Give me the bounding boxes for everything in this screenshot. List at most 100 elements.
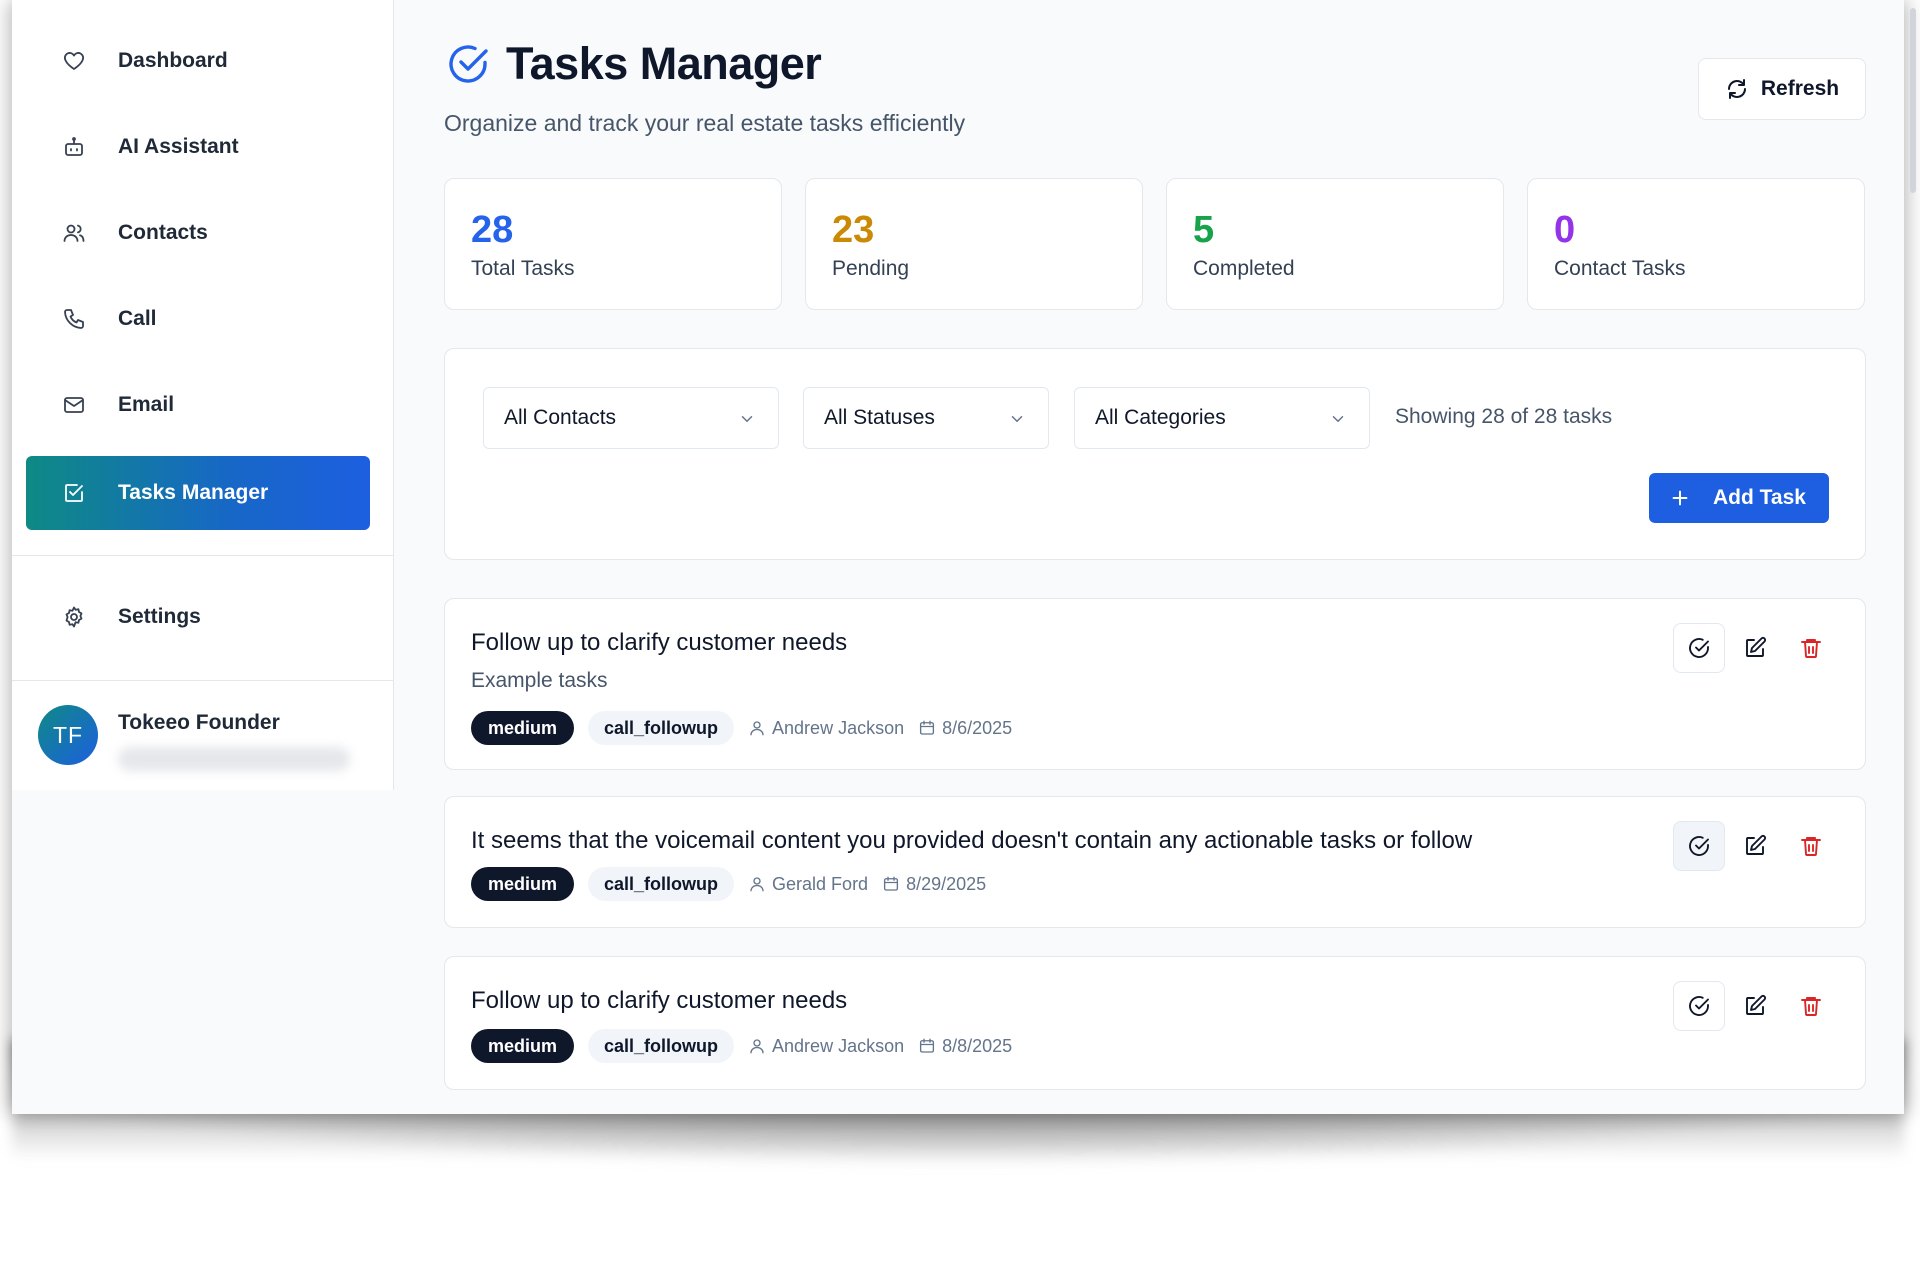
priority-badge: medium [471, 1029, 575, 1063]
chevron-down-icon [741, 416, 753, 422]
stat-card-contact-tasks: 0 Contact Tasks [1527, 178, 1865, 310]
sidebar-item-label: Call [118, 307, 157, 330]
checkbox-icon [60, 479, 88, 507]
check-circle-icon [449, 45, 488, 83]
edit-task-button[interactable] [1729, 623, 1781, 673]
sidebar-item-email[interactable]: Email [26, 368, 370, 442]
priority-badge: medium [471, 867, 575, 901]
category-badge: call_followup [588, 1029, 735, 1063]
check-circle-icon [1689, 836, 1709, 856]
sidebar-divider [12, 680, 394, 681]
sidebar-item-ai-assistant[interactable]: AI Assistant [26, 110, 370, 184]
stat-card-completed: 5 Completed [1166, 178, 1504, 310]
robot-icon [60, 133, 88, 161]
task-contact: Gerald Ford [748, 874, 868, 895]
task-title: Follow up to clarify customer needs [471, 987, 848, 1014]
sidebar-item-contacts[interactable]: Contacts [26, 196, 370, 270]
stat-value: 28 [471, 209, 514, 251]
task-title: Follow up to clarify customer needs [471, 629, 848, 656]
page-title: Tasks Manager [506, 38, 822, 89]
results-count: Showing 28 of 28 tasks [1395, 405, 1613, 428]
category-badge: call_followup [588, 867, 735, 901]
scrollbar-thumb[interactable] [1910, 8, 1916, 193]
stat-value: 0 [1554, 209, 1576, 251]
task-contact: Andrew Jackson [748, 718, 904, 739]
task-card[interactable]: Follow up to clarify customer needs medi… [444, 956, 1866, 1090]
complete-task-button[interactable] [1673, 623, 1725, 673]
complete-task-button[interactable] [1673, 821, 1725, 871]
avatar: TF [38, 705, 98, 765]
user-profile[interactable]: TF Tokeeo Founder [26, 705, 376, 775]
gear-icon [60, 603, 88, 631]
add-task-button[interactable]: Add Task [1649, 473, 1829, 523]
contact-name: Gerald Ford [772, 873, 869, 894]
phone-icon [60, 305, 88, 333]
select-value: All Statuses [824, 406, 935, 429]
edit-task-button[interactable] [1729, 981, 1781, 1031]
sidebar-item-label: Contacts [118, 221, 208, 244]
sidebar-item-label: Settings [118, 605, 201, 628]
edit-icon [1746, 995, 1766, 1015]
task-date: 8/29/2025 [882, 874, 986, 895]
check-circle-icon [1689, 996, 1709, 1016]
user-icon [750, 877, 764, 892]
check-circle-icon [1689, 638, 1709, 658]
page-scrollbar[interactable] [1906, 0, 1920, 200]
task-card[interactable]: It seems that the voicemail content you … [444, 796, 1866, 928]
edit-task-button[interactable] [1729, 821, 1781, 871]
user-icon [750, 1039, 764, 1054]
mail-icon [60, 391, 88, 419]
sidebar-item-dashboard[interactable]: Dashboard [26, 24, 370, 98]
users-icon [60, 219, 88, 247]
complete-task-button[interactable] [1673, 981, 1725, 1031]
task-title: It seems that the voicemail content you … [471, 827, 1473, 854]
category-badge: call_followup [588, 711, 735, 745]
redacted-user-email [118, 747, 350, 771]
filters-panel: All Contacts All Statuses All Categories… [444, 348, 1866, 560]
stat-label: Contact Tasks [1554, 257, 1686, 280]
plus-icon [1672, 490, 1688, 506]
task-meta: medium call_followup Andrew Jackson 8/8/… [471, 1029, 1012, 1063]
refresh-label: Refresh [1760, 77, 1840, 100]
chevron-down-icon [1011, 416, 1023, 422]
task-date: 8/6/2025 [918, 718, 1012, 739]
stat-card-total-tasks: 28 Total Tasks [444, 178, 782, 310]
trash-icon [1801, 997, 1821, 1016]
sidebar-item-tasks-manager[interactable]: Tasks Manager [26, 456, 370, 530]
task-meta: medium call_followup Andrew Jackson 8/6/… [471, 711, 1012, 745]
sidebar-divider [12, 555, 394, 556]
task-card[interactable]: Follow up to clarify customer needs Exam… [444, 598, 1866, 770]
sidebar-item-label: Email [118, 393, 175, 416]
calendar-icon [884, 876, 899, 891]
sidebar-item-settings[interactable]: Settings [26, 580, 370, 654]
sidebar-item-label: AI Assistant [118, 135, 239, 158]
stat-value: 5 [1193, 209, 1215, 251]
sidebar-item-call[interactable]: Call [26, 282, 370, 356]
calendar-icon [920, 1038, 935, 1053]
sidebar-item-label: Tasks Manager [118, 481, 269, 504]
delete-task-button[interactable] [1785, 623, 1837, 673]
task-description: Example tasks [471, 669, 608, 692]
delete-task-button[interactable] [1785, 981, 1837, 1031]
task-actions [1673, 981, 1837, 1031]
page-subtitle: Organize and track your real estate task… [444, 110, 966, 136]
edit-icon [1746, 637, 1766, 657]
sidebar: Dashboard AI Assistant Contacts Call Ema… [12, 0, 394, 790]
task-meta: medium call_followup Gerald Ford 8/29/20… [471, 867, 986, 901]
heart-icon [60, 47, 88, 75]
select-value: All Contacts [504, 406, 617, 429]
edit-icon [1746, 835, 1766, 855]
status-filter-select[interactable]: All Statuses [803, 387, 1049, 449]
stat-value: 23 [832, 209, 875, 251]
contacts-filter-select[interactable]: All Contacts [483, 387, 779, 449]
category-filter-select[interactable]: All Categories [1074, 387, 1370, 449]
delete-task-button[interactable] [1785, 821, 1837, 871]
user-name: Tokeeo Founder [118, 711, 280, 734]
refresh-icon [1727, 79, 1746, 99]
task-date: 8/8/2025 [918, 1036, 1012, 1057]
task-contact: Andrew Jackson [748, 1036, 904, 1057]
main-content: Tasks Manager Organize and track your re… [394, 0, 1904, 1114]
contact-name: Andrew Jackson [772, 1035, 905, 1056]
refresh-button[interactable]: Refresh [1698, 58, 1866, 120]
priority-badge: medium [471, 711, 575, 745]
